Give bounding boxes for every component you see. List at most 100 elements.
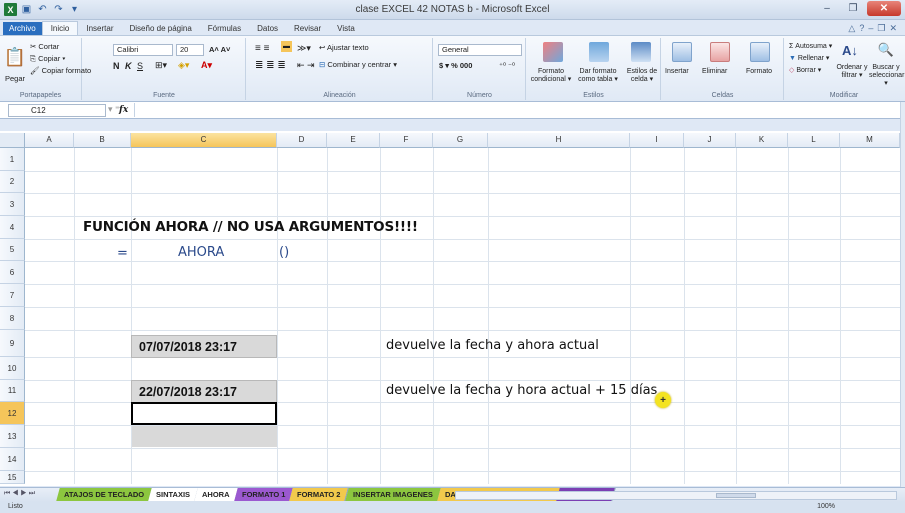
tab-revisar[interactable]: Revisar xyxy=(286,22,329,35)
scroll-thumb[interactable] xyxy=(716,493,756,498)
merge-center-button[interactable]: ⊟ Combinar y centrar ▾ xyxy=(319,60,397,69)
tab-f-rmulas[interactable]: Fórmulas xyxy=(200,22,249,35)
conditional-format-button[interactable]: Formato condicional ▾ xyxy=(529,68,573,84)
close-workbook-icon[interactable]: ✕ xyxy=(889,23,897,34)
sort-filter-icon[interactable]: A↓ xyxy=(841,41,859,59)
align-top-icons[interactable]: ≡ ≡ xyxy=(255,43,269,54)
cut-button[interactable]: ✂ Cortar xyxy=(30,42,59,51)
sheet-tab-atajos-de-teclado[interactable]: ATAJOS DE TECLADO xyxy=(56,488,153,501)
column-header-d[interactable]: D xyxy=(277,133,327,148)
row-header-9[interactable]: 9 xyxy=(0,330,25,357)
column-header-g[interactable]: G xyxy=(433,133,488,148)
tab-inicio[interactable]: Inicio xyxy=(41,21,79,35)
formula-input[interactable] xyxy=(134,103,889,117)
delete-cells-icon[interactable] xyxy=(710,42,730,62)
sheet-tab-ahora[interactable]: AHORA xyxy=(194,488,239,501)
format-as-table-button[interactable]: Dar formato como tabla ▾ xyxy=(573,68,623,84)
sort-filter-button[interactable]: Ordenar y filtrar ▾ xyxy=(835,64,869,80)
currency-button[interactable]: $ ▾ % 000 xyxy=(439,61,472,70)
row-header-4[interactable]: 4 xyxy=(0,216,25,239)
column-header-a[interactable]: A xyxy=(25,133,74,148)
sheet-tab-formato-2[interactable]: FORMATO 2 xyxy=(289,488,350,501)
tab-archivo[interactable]: Archivo xyxy=(3,22,42,35)
find-select-button[interactable]: Buscar y seleccionar ▾ xyxy=(869,64,904,88)
close-icon[interactable]: ✕ xyxy=(867,1,901,16)
format-button[interactable]: Formato xyxy=(746,68,772,75)
underline-button[interactable]: S xyxy=(137,61,143,71)
collapse-ribbon-icon[interactable]: △ xyxy=(848,23,855,34)
column-header-c[interactable]: C xyxy=(131,133,277,148)
decimal-icons[interactable]: ⁺⁰ ⁻⁰ xyxy=(499,61,515,70)
font-size-combo[interactable]: 20 xyxy=(176,44,204,56)
format-cells-icon[interactable] xyxy=(750,42,770,62)
row-header-11[interactable]: 11 xyxy=(0,380,25,402)
sheet-tab-sintaxis[interactable]: SINTAXIS xyxy=(148,488,199,501)
sheet-tab-insertar-imagenes[interactable]: INSERTAR IMAGENES xyxy=(344,488,442,501)
fill-color-icon[interactable]: ◈▾ xyxy=(178,60,189,71)
row-header-13[interactable]: 13 xyxy=(0,425,25,448)
copy-button[interactable]: ⎘ Copiar ▾ xyxy=(30,54,65,64)
select-all-corner[interactable] xyxy=(0,133,25,148)
column-header-m[interactable]: M xyxy=(840,133,900,148)
grow-shrink-font[interactable]: A˄ A˅ xyxy=(209,45,230,54)
insert-function-icon[interactable]: fx xyxy=(119,105,128,115)
insert-button[interactable]: Insertar xyxy=(665,68,689,75)
column-header-k[interactable]: K xyxy=(736,133,788,148)
sheet-nav-icons[interactable]: ⏮◀▶⏭ xyxy=(4,490,37,498)
format-table-icon[interactable] xyxy=(589,42,609,62)
column-header-j[interactable]: J xyxy=(684,133,736,148)
name-box[interactable]: C12 xyxy=(8,104,106,117)
row-header-15[interactable]: 15 xyxy=(0,471,25,484)
row-header-14[interactable]: 14 xyxy=(0,448,25,471)
autosum-button[interactable]: Σ Autosuma ▾ xyxy=(789,42,832,50)
tab-datos[interactable]: Datos xyxy=(249,22,286,35)
row-header-7[interactable]: 7 xyxy=(0,284,25,307)
column-header-b[interactable]: B xyxy=(74,133,131,148)
sheet-tab-formato-1[interactable]: FORMATO 1 xyxy=(233,488,294,501)
restore-workbook-icon[interactable]: ❐ xyxy=(877,23,885,34)
column-header-h[interactable]: H xyxy=(488,133,630,148)
delete-button[interactable]: Eliminar xyxy=(702,68,727,75)
name-box-dropdown-icon[interactable]: ▾ ⁼ xyxy=(108,104,120,115)
font-color-icon[interactable]: A▾ xyxy=(201,60,212,71)
row-header-10[interactable]: 10 xyxy=(0,357,25,380)
font-name-combo[interactable]: Calibri xyxy=(113,44,173,56)
help-icon[interactable]: ? xyxy=(859,23,864,34)
column-header-f[interactable]: F xyxy=(380,133,433,148)
row-header-1[interactable]: 1 xyxy=(0,148,25,171)
column-header-i[interactable]: I xyxy=(630,133,684,148)
align-horizontal-icons[interactable]: ≣ ≣ ≣ xyxy=(255,60,286,71)
tab-vista[interactable]: Vista xyxy=(329,22,363,35)
number-format-combo[interactable]: General xyxy=(438,44,522,56)
cell-date-now[interactable]: 07/07/2018 23:17 xyxy=(131,335,277,358)
cell-styles-button[interactable]: Estilos de celda ▾ xyxy=(623,68,661,84)
row-header-6[interactable]: 6 xyxy=(0,261,25,284)
fill-button[interactable]: ▼ Rellenar ▾ xyxy=(789,54,829,62)
conditional-format-icon[interactable] xyxy=(543,42,563,62)
restore-icon[interactable]: ❐ xyxy=(841,1,865,16)
indent-icons[interactable]: ⇤ ⇥ xyxy=(297,60,315,71)
orientation-icon[interactable]: ≫▾ xyxy=(297,43,311,54)
row-header-5[interactable]: 5 xyxy=(0,239,25,261)
selected-cell-c12[interactable] xyxy=(131,402,277,425)
cell-c13-gray[interactable] xyxy=(132,426,277,447)
italic-button[interactable]: K xyxy=(125,61,132,71)
tab-insertar[interactable]: Insertar xyxy=(78,22,121,35)
horizontal-scrollbar[interactable] xyxy=(455,491,897,500)
wrap-text-button[interactable]: ↩ Ajustar texto xyxy=(319,43,369,52)
vertical-scrollbar[interactable] xyxy=(900,102,905,492)
row-header-12[interactable]: 12 xyxy=(0,402,25,425)
cell-styles-icon[interactable] xyxy=(631,42,651,62)
paste-icon[interactable]: 📋 xyxy=(4,42,26,72)
align-middle-icon[interactable]: ▬ xyxy=(281,41,292,52)
clear-button[interactable]: ◇ Borrar ▾ xyxy=(789,66,821,74)
bold-button[interactable]: N xyxy=(113,61,120,71)
cell-date-plus15[interactable]: 22/07/2018 23:17 xyxy=(131,380,277,403)
insert-cells-icon[interactable] xyxy=(672,42,692,62)
zoom-level[interactable]: 100% xyxy=(817,503,835,510)
borders-icon[interactable]: ⊞▾ xyxy=(155,60,167,71)
column-header-e[interactable]: E xyxy=(327,133,380,148)
tab-dise-o-de-p-gina[interactable]: Diseño de página xyxy=(122,22,200,35)
row-header-3[interactable]: 3 xyxy=(0,193,25,216)
find-icon[interactable]: 🔍 xyxy=(877,41,895,59)
